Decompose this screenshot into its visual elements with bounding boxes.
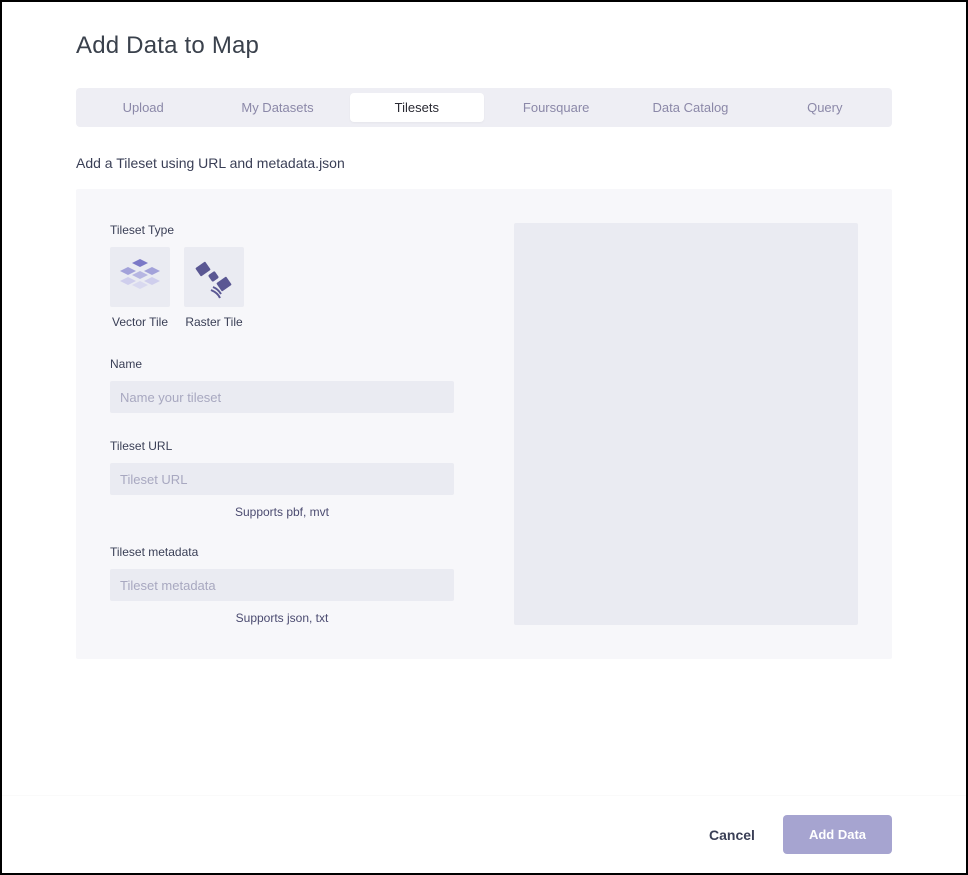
tileset-form-panel: Tileset Type bbox=[76, 189, 892, 659]
vector-tile-icon-box bbox=[110, 247, 170, 307]
satellite-icon bbox=[191, 254, 237, 300]
metadata-hint: Supports json, txt bbox=[110, 611, 454, 625]
tileset-preview bbox=[514, 223, 858, 625]
tab-label: Query bbox=[807, 100, 842, 115]
tab-data-catalog[interactable]: Data Catalog bbox=[623, 88, 757, 127]
cancel-button[interactable]: Cancel bbox=[709, 827, 755, 843]
tab-label: My Datasets bbox=[241, 100, 313, 115]
tab-label: Foursquare bbox=[523, 100, 589, 115]
vector-tile-icon bbox=[118, 257, 162, 297]
data-source-tabs: Upload My Datasets Tilesets Foursquare D… bbox=[76, 88, 892, 127]
tileset-type-options: Vector Tile bbox=[110, 247, 454, 329]
tab-label: Tilesets bbox=[395, 100, 439, 115]
tileset-name-input[interactable] bbox=[110, 381, 454, 413]
tab-tilesets[interactable]: Tilesets bbox=[350, 93, 484, 122]
add-data-button[interactable]: Add Data bbox=[783, 815, 892, 854]
tab-foursquare[interactable]: Foursquare bbox=[489, 88, 623, 127]
tab-label: Data Catalog bbox=[653, 100, 729, 115]
form-column: Tileset Type bbox=[110, 223, 454, 625]
url-label: Tileset URL bbox=[110, 439, 454, 453]
tab-upload[interactable]: Upload bbox=[76, 88, 210, 127]
tab-query[interactable]: Query bbox=[758, 88, 892, 127]
add-data-modal: Add Data to Map Upload My Datasets Tiles… bbox=[2, 2, 966, 873]
name-label: Name bbox=[110, 357, 454, 371]
modal-title: Add Data to Map bbox=[76, 32, 892, 60]
tileset-url-input[interactable] bbox=[110, 463, 454, 495]
raster-tile-label: Raster Tile bbox=[185, 315, 242, 329]
field-metadata: Tileset metadata Supports json, txt bbox=[110, 545, 454, 625]
tab-my-datasets[interactable]: My Datasets bbox=[210, 88, 344, 127]
raster-tile-icon-box bbox=[184, 247, 244, 307]
tileset-type-raster[interactable]: Raster Tile bbox=[184, 247, 244, 329]
field-url: Tileset URL Supports pbf, mvt bbox=[110, 439, 454, 519]
tab-label: Upload bbox=[123, 100, 164, 115]
tileset-subtitle: Add a Tileset using URL and metadata.jso… bbox=[76, 155, 892, 171]
tileset-metadata-input[interactable] bbox=[110, 569, 454, 601]
metadata-label: Tileset metadata bbox=[110, 545, 454, 559]
vector-tile-label: Vector Tile bbox=[112, 315, 168, 329]
tileset-type-vector[interactable]: Vector Tile bbox=[110, 247, 170, 329]
modal-footer: Cancel Add Data bbox=[2, 795, 966, 873]
field-name: Name bbox=[110, 357, 454, 413]
tileset-type-label: Tileset Type bbox=[110, 223, 454, 237]
url-hint: Supports pbf, mvt bbox=[110, 505, 454, 519]
